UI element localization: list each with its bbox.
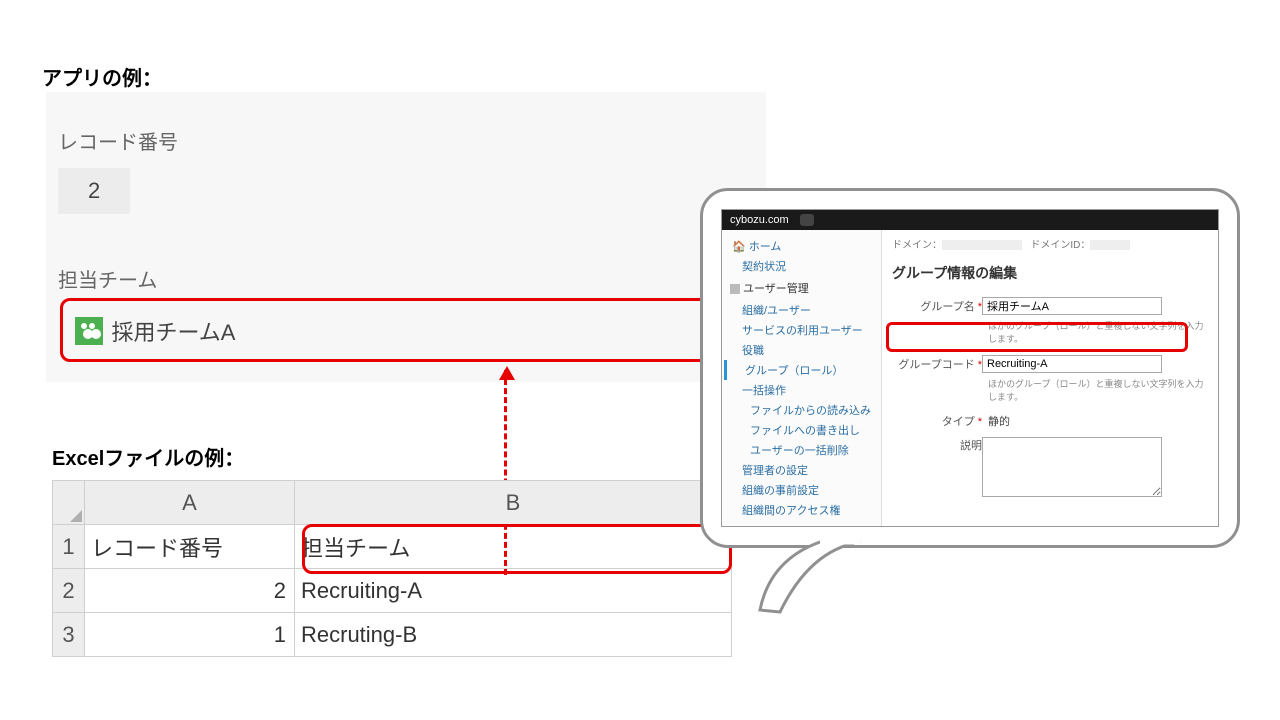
admin-main: ドメイン： ドメインID： グループ情報の編集 グループ名* ほかのグループ（ロ… [882,230,1218,526]
side-positions[interactable]: 役職 [724,340,879,360]
value-type: 静的 [988,413,1010,429]
excel-cell-b3: Recruting-B [295,613,732,657]
label-record-number: レコード番号 [58,126,178,155]
callout-tail [750,540,870,600]
textarea-description[interactable] [982,437,1162,497]
excel-cell-a3: 1 [85,613,295,657]
hint-group-name: ほかのグループ（ロール）と重複しない文字列を入力します。 [988,319,1208,345]
excel-row-1: 1 レコード番号 担当チーム [53,525,732,569]
hint-group-code: ほかのグループ（ロール）と重複しない文字列を入力します。 [988,377,1208,403]
label-team: 担当チーム [58,264,157,293]
input-group-name[interactable] [982,297,1162,315]
group-icon [75,317,103,345]
excel-rownum: 2 [53,569,85,613]
excel-row-3: 3 1 Recruting-B [53,613,732,657]
value-record-number: 2 [58,168,130,214]
excel-col-b-header: B [295,481,732,525]
admin-callout: cybozu.com 🏠 ホーム 契約状況 ユーザー管理 組織/ユーザー サービ… [700,188,1240,548]
side-org-presets[interactable]: 組織の事前設定 [724,480,879,500]
side-service-users[interactable]: サービスの利用ユーザー [724,320,879,340]
side-file-read[interactable]: ファイルからの読み込み [724,400,879,420]
excel-cell-b1: 担当チーム [295,525,732,569]
excel-row-2: 2 2 Recruiting-A [53,569,732,613]
row-group-code: グループコード* [892,355,1208,373]
heading-excel-example: Excelファイルの例： [52,442,244,471]
side-file-write[interactable]: ファイルへの書き出し [724,420,879,440]
team-value: 採用チームA [111,320,235,345]
excel-corner [53,481,85,525]
input-group-code[interactable] [982,355,1162,373]
admin-topbar: cybozu.com [722,210,1218,230]
side-admin-settings[interactable]: 管理者の設定 [724,460,879,480]
admin-brand: cybozu.com [730,214,789,226]
excel-rownum: 1 [53,525,85,569]
app-example-panel: レコード番号 2 担当チーム 採用チームA [46,92,766,382]
excel-table: A B 1 レコード番号 担当チーム 2 2 Recruiting-A 3 1 … [52,480,732,657]
excel-rownum: 3 [53,613,85,657]
excel-col-a-header: A [85,481,295,525]
side-user-mgmt-header: ユーザー管理 [724,276,879,300]
excel-cell-b2: Recruiting-A [295,569,732,613]
admin-screenshot: cybozu.com 🏠 ホーム 契約状況 ユーザー管理 組織/ユーザー サービ… [721,209,1219,527]
admin-domain-line: ドメイン： ドメインID： [892,236,1208,251]
side-contract[interactable]: 契約状況 [724,256,879,276]
side-group-role[interactable]: グループ（ロール） [724,360,879,380]
admin-form-title: グループ情報の編集 [892,263,1208,283]
admin-sidebar: 🏠 ホーム 契約状況 ユーザー管理 組織/ユーザー サービスの利用ユーザー 役職… [722,230,882,526]
row-description: 説明 [892,437,1208,497]
row-type: タイプ* 静的 [892,413,1208,429]
side-org-user[interactable]: 組織/ユーザー [724,300,879,320]
excel-cell-a2: 2 [85,569,295,613]
excel-cell-a1: レコード番号 [85,525,295,569]
side-org-access[interactable]: 組織間のアクセス権 [724,500,879,520]
side-home[interactable]: 🏠 ホーム [724,236,879,256]
row-group-name: グループ名* [892,297,1208,315]
side-bulk[interactable]: 一括操作 [724,380,879,400]
bug-icon [800,214,814,226]
side-bulk-delete[interactable]: ユーザーの一括削除 [724,440,879,460]
team-value-highlight: 採用チームA [60,298,710,362]
heading-app-example: アプリの例： [42,62,162,91]
